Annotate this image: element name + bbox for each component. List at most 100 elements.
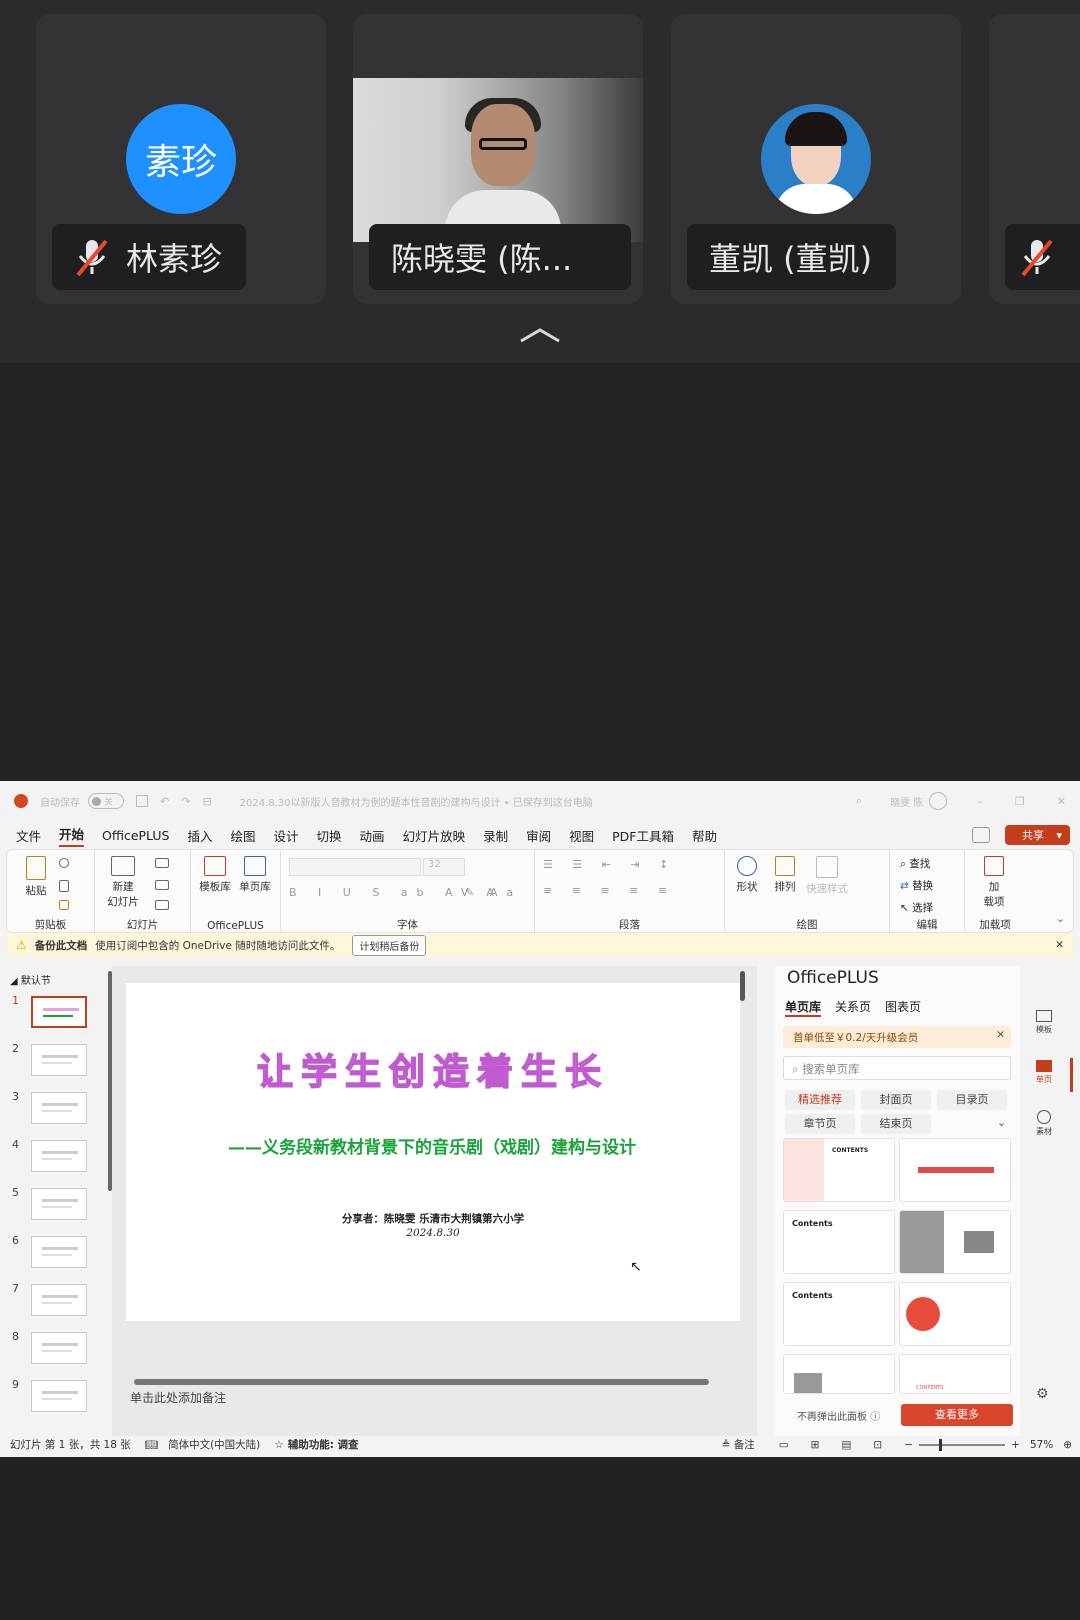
menu-transitions[interactable]: 切换 <box>317 826 342 845</box>
horizontal-scrollbar[interactable] <box>134 1379 709 1385</box>
template-card[interactable] <box>783 1354 895 1394</box>
close-icon[interactable]: ✕ <box>1057 795 1066 808</box>
backup-later-button[interactable]: 计划稍后备份 <box>352 934 427 956</box>
participant-tile[interactable]: 董凯 (董凯) <box>671 14 961 304</box>
paste-button[interactable]: 粘贴 <box>21 856 51 898</box>
expand-chips-icon[interactable]: ⌄ <box>997 1116 1006 1129</box>
autosave-toggle[interactable]: 关 <box>88 793 124 809</box>
tab-chart-page[interactable]: 图表页 <box>885 998 921 1017</box>
close-promo-icon[interactable]: ✕ <box>996 1029 1005 1041</box>
participant-tile[interactable] <box>989 14 1080 304</box>
slide-thumbnail[interactable] <box>31 1332 87 1364</box>
user-name[interactable]: 晓雯 陈 <box>890 794 923 809</box>
menu-slideshow[interactable]: 幻灯片放映 <box>403 826 466 845</box>
menu-insert[interactable]: 插入 <box>187 826 212 845</box>
menu-pdf-tools[interactable]: PDF工具箱 <box>612 826 674 845</box>
layout-icon[interactable] <box>155 858 169 868</box>
user-avatar-icon[interactable] <box>929 792 948 810</box>
comments-icon[interactable] <box>971 827 990 843</box>
slide-thumbnail[interactable] <box>31 1236 87 1268</box>
font-size-select[interactable]: 32 <box>423 858 465 876</box>
normal-view-icon[interactable]: ▭ <box>779 1439 789 1451</box>
menu-review[interactable]: 审阅 <box>526 826 551 845</box>
addins-button[interactable]: 加 载项 <box>977 856 1011 909</box>
search-icon[interactable]: ⌕ <box>856 794 862 808</box>
menu-help[interactable]: 帮助 <box>692 826 717 845</box>
find-button[interactable]: ⌕ 查找 <box>900 856 930 871</box>
template-card[interactable]: CONTENTS <box>783 1138 895 1202</box>
participant-tile[interactable]: 陈晓雯 (陈... <box>353 14 643 304</box>
slide-date[interactable]: 2024.8.30 <box>126 1227 740 1239</box>
chevron-up-icon[interactable] <box>515 325 565 345</box>
slide-thumbnail[interactable] <box>31 1284 87 1316</box>
close-infobar-icon[interactable]: ✕ <box>1055 939 1064 951</box>
save-icon[interactable] <box>136 795 148 807</box>
template-library-button[interactable]: 模板库 <box>195 856 235 894</box>
chip-toc[interactable]: 目录页 <box>937 1090 1007 1110</box>
search-input[interactable]: ⌕ 搜索单页库 <box>783 1056 1011 1080</box>
replace-button[interactable]: ⇄ 替换 <box>900 878 933 893</box>
minimize-icon[interactable]: – <box>977 795 983 808</box>
menu-draw[interactable]: 绘图 <box>231 826 256 845</box>
zoom-slider[interactable] <box>919 1438 1006 1451</box>
chip-cover[interactable]: 封面页 <box>861 1090 931 1110</box>
new-slide-button[interactable]: 新建 幻灯片 <box>103 856 143 909</box>
menu-record[interactable]: 录制 <box>483 826 508 845</box>
font-family-select[interactable] <box>289 858 421 876</box>
paragraph-buttons[interactable]: ☰ ☰ ⇤ ⇥ ↕ <box>543 858 676 871</box>
template-card[interactable]: Contents <box>783 1210 895 1274</box>
zoom-level[interactable]: 57% <box>1030 1439 1053 1451</box>
reading-view-icon[interactable]: ▤ <box>841 1439 851 1451</box>
see-more-button[interactable]: 查看更多 <box>901 1404 1013 1426</box>
chip-ending[interactable]: 结束页 <box>861 1114 931 1134</box>
settings-gear-icon[interactable]: ⚙ <box>1036 1386 1049 1402</box>
select-button[interactable]: ↖ 选择 <box>900 900 933 915</box>
slide-subtitle[interactable]: ——义务段新教材背景下的音乐剧（戏剧）建构与设计 <box>228 1133 636 1158</box>
language-indicator[interactable]: 简体中文(中国大陆) <box>168 1437 260 1452</box>
rail-assets[interactable]: 素材 <box>1030 1110 1058 1137</box>
shapes-button[interactable]: 形状 <box>729 856 765 894</box>
template-card[interactable]: Contents <box>783 1282 895 1346</box>
vertical-scrollbar[interactable] <box>740 971 745 1001</box>
current-slide[interactable]: 让学生创造着生长 ——义务段新教材背景下的音乐剧（戏剧）建构与设计 分享者：陈晓… <box>126 983 740 1321</box>
menu-design[interactable]: 设计 <box>274 826 299 845</box>
format-painter-icon[interactable] <box>59 900 69 910</box>
slide-title[interactable]: 让学生创造着生长 <box>126 1043 740 1095</box>
chip-chapter[interactable]: 章节页 <box>785 1114 855 1134</box>
slide-author[interactable]: 分享者：陈晓雯 乐清市大荆镇第六小学 <box>126 1211 740 1226</box>
tab-single-page[interactable]: 单页库 <box>785 998 822 1017</box>
menu-animations[interactable]: 动画 <box>360 826 385 845</box>
redo-icon[interactable]: ↷ <box>181 795 190 808</box>
ribbon-collapse-icon[interactable]: ⌄ <box>1056 912 1065 925</box>
template-card[interactable] <box>899 1282 1011 1346</box>
quick-styles-button[interactable]: 快速样式 <box>805 856 849 896</box>
slide-thumbnail[interactable] <box>31 1188 87 1220</box>
slide-thumbnail[interactable] <box>31 1092 87 1124</box>
zoom-out-icon[interactable]: − <box>904 1439 913 1451</box>
section-header[interactable]: ◢ 默认节 <box>10 972 51 987</box>
dont-show-again-link[interactable]: 不再弹出此面板 ⓘ <box>797 1408 880 1423</box>
single-page-library-button[interactable]: 单页库 <box>235 856 275 894</box>
menu-file[interactable]: 文件 <box>16 826 41 845</box>
undo-icon[interactable]: ↶ <box>160 795 169 808</box>
font-color-buttons[interactable]: ✎A <box>465 886 506 899</box>
menu-view[interactable]: 视图 <box>569 826 594 845</box>
tab-relation-page[interactable]: 关系页 <box>835 998 871 1017</box>
participant-tile[interactable]: 素珍 林素珍 <box>36 14 326 304</box>
reset-icon[interactable] <box>155 880 169 890</box>
notes-placeholder[interactable]: 单击此处添加备注 <box>130 1389 226 1406</box>
section-icon[interactable] <box>155 900 169 910</box>
template-card[interactable] <box>899 1138 1011 1202</box>
copy-icon[interactable] <box>59 880 69 892</box>
template-card[interactable] <box>899 1210 1011 1274</box>
notes-toggle[interactable]: ≜ 备注 <box>722 1437 755 1452</box>
spellcheck-icon[interactable]: 📖︎ <box>145 1438 158 1451</box>
fit-slide-icon[interactable]: ⊕ <box>1063 1439 1072 1451</box>
share-button[interactable]: 共享 ▾ <box>1004 825 1070 845</box>
slideshow-view-icon[interactable]: ⊡ <box>873 1439 882 1451</box>
present-icon[interactable]: ⊟ <box>202 795 211 808</box>
accessibility-status[interactable]: 辅助功能: 调查 <box>288 1437 359 1452</box>
slide-thumbnail[interactable] <box>31 1044 87 1076</box>
arrange-button[interactable]: 排列 <box>767 856 803 894</box>
menu-officeplus[interactable]: OfficePLUS <box>102 828 169 843</box>
